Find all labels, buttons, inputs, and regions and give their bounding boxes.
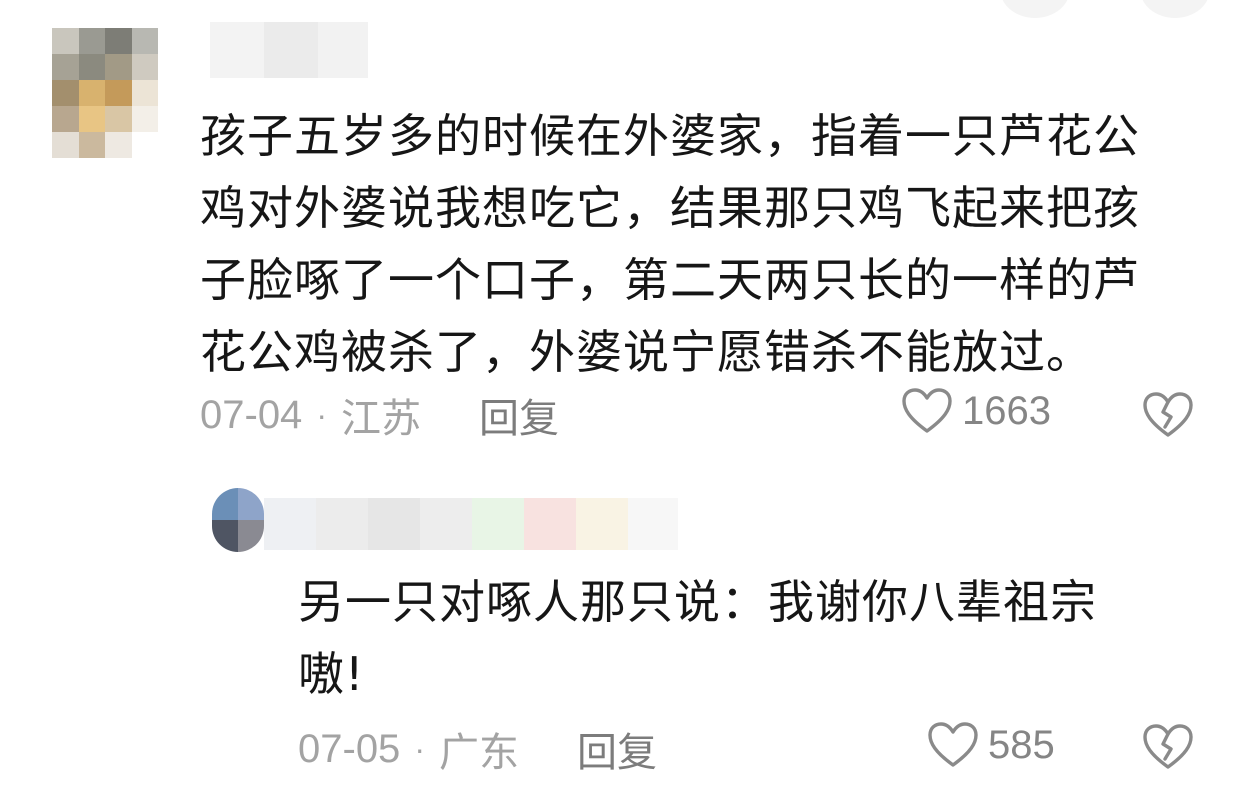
top-action-button-left[interactable] xyxy=(1000,0,1070,18)
comment-text: 另一只对啄人那只说：我谢你八辈祖宗 嗷! xyxy=(298,575,1097,701)
heart-outline-icon xyxy=(900,386,954,436)
meta-separator: · xyxy=(316,396,327,433)
comment-date: 07-05 xyxy=(298,726,401,771)
broken-heart-icon[interactable] xyxy=(1140,390,1196,440)
like-button[interactable]: 1663 xyxy=(900,386,1051,436)
comment-text: 孩子五岁多的时候在外婆家，指着一只芦花公 鸡对外婆说我想吃它，结果那只鸡飞起来把… xyxy=(200,109,1140,379)
username-blurred[interactable] xyxy=(210,22,368,78)
reply-button[interactable]: 回复 xyxy=(577,720,657,778)
avatar[interactable] xyxy=(212,488,264,552)
comment-location: 江苏 xyxy=(340,397,421,441)
like-count: 1663 xyxy=(962,388,1051,433)
comment-location: 广东 xyxy=(438,731,519,775)
comment-date: 07-04 xyxy=(200,392,303,437)
username-blurred[interactable] xyxy=(264,498,678,550)
meta-separator: · xyxy=(414,730,425,767)
comment-meta: 07-05 · 广东 回复 xyxy=(298,720,657,778)
comment-meta: 07-04 · 江苏 回复 xyxy=(200,386,559,444)
heart-outline-icon xyxy=(926,720,980,770)
like-count: 585 xyxy=(988,722,1055,767)
reply-button[interactable]: 回复 xyxy=(479,386,559,444)
avatar[interactable] xyxy=(52,28,158,158)
broken-heart-icon[interactable] xyxy=(1140,722,1196,772)
like-button[interactable]: 585 xyxy=(926,720,1055,770)
top-action-button-right[interactable] xyxy=(1140,0,1210,18)
